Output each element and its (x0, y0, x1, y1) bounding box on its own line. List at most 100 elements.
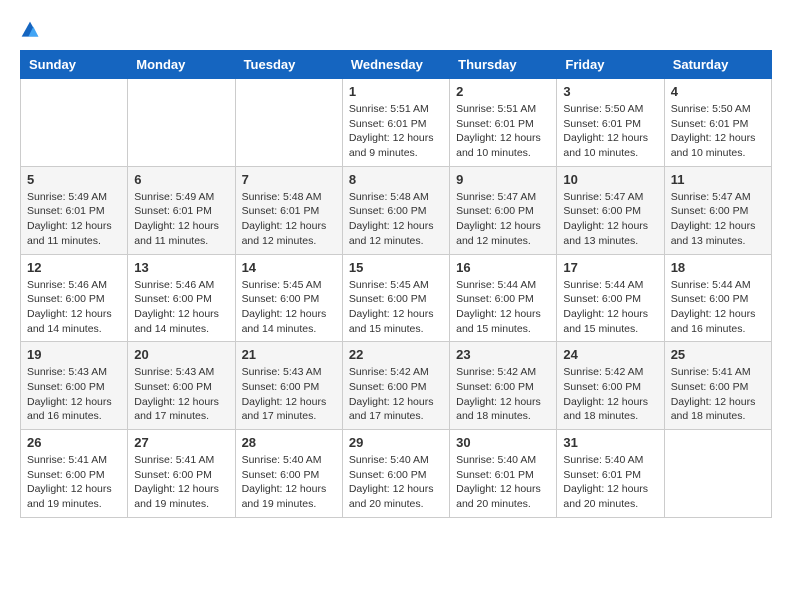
day-info: Sunrise: 5:46 AM Sunset: 6:00 PM Dayligh… (27, 278, 121, 337)
calendar-cell: 24 Sunrise: 5:42 AM Sunset: 6:00 PM Dayli… (557, 342, 664, 430)
day-info: Sunrise: 5:45 AM Sunset: 6:00 PM Dayligh… (349, 278, 443, 337)
day-info: Sunrise: 5:49 AM Sunset: 6:01 PM Dayligh… (27, 190, 121, 249)
weekday-header: Friday (557, 51, 664, 79)
day-number: 6 (134, 172, 228, 187)
weekday-header: Sunday (21, 51, 128, 79)
calendar-cell (664, 430, 771, 518)
calendar-cell: 2 Sunrise: 5:51 AM Sunset: 6:01 PM Daylig… (450, 79, 557, 167)
day-info: Sunrise: 5:48 AM Sunset: 6:00 PM Dayligh… (349, 190, 443, 249)
calendar-cell: 29 Sunrise: 5:40 AM Sunset: 6:00 PM Dayli… (342, 430, 449, 518)
day-info: Sunrise: 5:50 AM Sunset: 6:01 PM Dayligh… (671, 102, 765, 161)
day-info: Sunrise: 5:43 AM Sunset: 6:00 PM Dayligh… (242, 365, 336, 424)
day-info: Sunrise: 5:43 AM Sunset: 6:00 PM Dayligh… (134, 365, 228, 424)
day-number: 30 (456, 435, 550, 450)
day-info: Sunrise: 5:40 AM Sunset: 6:00 PM Dayligh… (242, 453, 336, 512)
day-info: Sunrise: 5:46 AM Sunset: 6:00 PM Dayligh… (134, 278, 228, 337)
calendar-cell: 7Sunrise: 5:48 AM Sunset: 6:01 PM Daylig… (235, 166, 342, 254)
weekday-header: Monday (128, 51, 235, 79)
day-number: 27 (134, 435, 228, 450)
calendar-cell: 23 Sunrise: 5:42 AM Sunset: 6:00 PM Dayli… (450, 342, 557, 430)
calendar-cell: 8 Sunrise: 5:48 AM Sunset: 6:00 PM Daylig… (342, 166, 449, 254)
day-info: Sunrise: 5:47 AM Sunset: 6:00 PM Dayligh… (671, 190, 765, 249)
calendar-cell: 20 Sunrise: 5:43 AM Sunset: 6:00 PM Dayli… (128, 342, 235, 430)
day-number: 16 (456, 260, 550, 275)
day-info: Sunrise: 5:49 AM Sunset: 6:01 PM Dayligh… (134, 190, 228, 249)
calendar-cell: 31Sunrise: 5:40 AM Sunset: 6:01 PM Dayli… (557, 430, 664, 518)
day-info: Sunrise: 5:42 AM Sunset: 6:00 PM Dayligh… (563, 365, 657, 424)
day-info: Sunrise: 5:41 AM Sunset: 6:00 PM Dayligh… (27, 453, 121, 512)
weekday-header: Tuesday (235, 51, 342, 79)
calendar-cell: 27 Sunrise: 5:41 AM Sunset: 6:00 PM Dayli… (128, 430, 235, 518)
calendar-cell (21, 79, 128, 167)
day-info: Sunrise: 5:51 AM Sunset: 6:01 PM Dayligh… (349, 102, 443, 161)
calendar-cell: 9Sunrise: 5:47 AM Sunset: 6:00 PM Daylig… (450, 166, 557, 254)
day-number: 8 (349, 172, 443, 187)
day-number: 12 (27, 260, 121, 275)
page-header (20, 20, 772, 40)
day-info: Sunrise: 5:42 AM Sunset: 6:00 PM Dayligh… (456, 365, 550, 424)
calendar-cell: 4Sunrise: 5:50 AM Sunset: 6:01 PM Daylig… (664, 79, 771, 167)
calendar-week-row: 26Sunrise: 5:41 AM Sunset: 6:00 PM Dayli… (21, 430, 772, 518)
day-number: 29 (349, 435, 443, 450)
day-info: Sunrise: 5:41 AM Sunset: 6:00 PM Dayligh… (134, 453, 228, 512)
day-info: Sunrise: 5:41 AM Sunset: 6:00 PM Dayligh… (671, 365, 765, 424)
day-number: 2 (456, 84, 550, 99)
calendar-cell: 10Sunrise: 5:47 AM Sunset: 6:00 PM Dayli… (557, 166, 664, 254)
calendar-cell: 21 Sunrise: 5:43 AM Sunset: 6:00 PM Dayli… (235, 342, 342, 430)
day-number: 15 (349, 260, 443, 275)
day-number: 21 (242, 347, 336, 362)
calendar-cell: 6 Sunrise: 5:49 AM Sunset: 6:01 PM Daylig… (128, 166, 235, 254)
day-number: 17 (563, 260, 657, 275)
day-info: Sunrise: 5:40 AM Sunset: 6:00 PM Dayligh… (349, 453, 443, 512)
calendar-cell: 16Sunrise: 5:44 AM Sunset: 6:00 PM Dayli… (450, 254, 557, 342)
calendar-cell: 15 Sunrise: 5:45 AM Sunset: 6:00 PM Dayli… (342, 254, 449, 342)
calendar-cell: 22Sunrise: 5:42 AM Sunset: 6:00 PM Dayli… (342, 342, 449, 430)
logo-icon (20, 20, 40, 40)
calendar-cell: 30Sunrise: 5:40 AM Sunset: 6:01 PM Dayli… (450, 430, 557, 518)
day-number: 24 (563, 347, 657, 362)
calendar-cell: 26Sunrise: 5:41 AM Sunset: 6:00 PM Dayli… (21, 430, 128, 518)
day-number: 31 (563, 435, 657, 450)
day-number: 19 (27, 347, 121, 362)
calendar-cell: 11 Sunrise: 5:47 AM Sunset: 6:00 PM Dayli… (664, 166, 771, 254)
day-number: 9 (456, 172, 550, 187)
calendar-cell: 1Sunrise: 5:51 AM Sunset: 6:01 PM Daylig… (342, 79, 449, 167)
day-number: 13 (134, 260, 228, 275)
calendar-cell: 25 Sunrise: 5:41 AM Sunset: 6:00 PM Dayli… (664, 342, 771, 430)
weekday-header: Saturday (664, 51, 771, 79)
calendar-week-row: 19 Sunrise: 5:43 AM Sunset: 6:00 PM Dayli… (21, 342, 772, 430)
calendar-cell: 5Sunrise: 5:49 AM Sunset: 6:01 PM Daylig… (21, 166, 128, 254)
day-info: Sunrise: 5:50 AM Sunset: 6:01 PM Dayligh… (563, 102, 657, 161)
day-number: 14 (242, 260, 336, 275)
calendar-cell (128, 79, 235, 167)
calendar-cell: 17 Sunrise: 5:44 AM Sunset: 6:00 PM Dayli… (557, 254, 664, 342)
day-number: 11 (671, 172, 765, 187)
calendar-cell: 14 Sunrise: 5:45 AM Sunset: 6:00 PM Dayli… (235, 254, 342, 342)
day-info: Sunrise: 5:51 AM Sunset: 6:01 PM Dayligh… (456, 102, 550, 161)
day-number: 23 (456, 347, 550, 362)
day-info: Sunrise: 5:43 AM Sunset: 6:00 PM Dayligh… (27, 365, 121, 424)
calendar-header-row: SundayMondayTuesdayWednesdayThursdayFrid… (21, 51, 772, 79)
calendar-cell: 12 Sunrise: 5:46 AM Sunset: 6:00 PM Dayli… (21, 254, 128, 342)
day-number: 25 (671, 347, 765, 362)
calendar-cell: 3 Sunrise: 5:50 AM Sunset: 6:01 PM Daylig… (557, 79, 664, 167)
day-number: 22 (349, 347, 443, 362)
calendar-cell: 13 Sunrise: 5:46 AM Sunset: 6:00 PM Dayli… (128, 254, 235, 342)
calendar-cell: 18 Sunrise: 5:44 AM Sunset: 6:00 PM Dayli… (664, 254, 771, 342)
weekday-header: Thursday (450, 51, 557, 79)
day-number: 3 (563, 84, 657, 99)
day-info: Sunrise: 5:45 AM Sunset: 6:00 PM Dayligh… (242, 278, 336, 337)
day-number: 20 (134, 347, 228, 362)
day-number: 18 (671, 260, 765, 275)
day-number: 28 (242, 435, 336, 450)
calendar-cell: 28 Sunrise: 5:40 AM Sunset: 6:00 PM Dayli… (235, 430, 342, 518)
day-info: Sunrise: 5:44 AM Sunset: 6:00 PM Dayligh… (671, 278, 765, 337)
day-info: Sunrise: 5:48 AM Sunset: 6:01 PM Dayligh… (242, 190, 336, 249)
day-info: Sunrise: 5:44 AM Sunset: 6:00 PM Dayligh… (563, 278, 657, 337)
calendar-cell: 19 Sunrise: 5:43 AM Sunset: 6:00 PM Dayli… (21, 342, 128, 430)
calendar-cell (235, 79, 342, 167)
weekday-header: Wednesday (342, 51, 449, 79)
calendar-week-row: 5Sunrise: 5:49 AM Sunset: 6:01 PM Daylig… (21, 166, 772, 254)
calendar-week-row: 1Sunrise: 5:51 AM Sunset: 6:01 PM Daylig… (21, 79, 772, 167)
logo (20, 20, 44, 40)
